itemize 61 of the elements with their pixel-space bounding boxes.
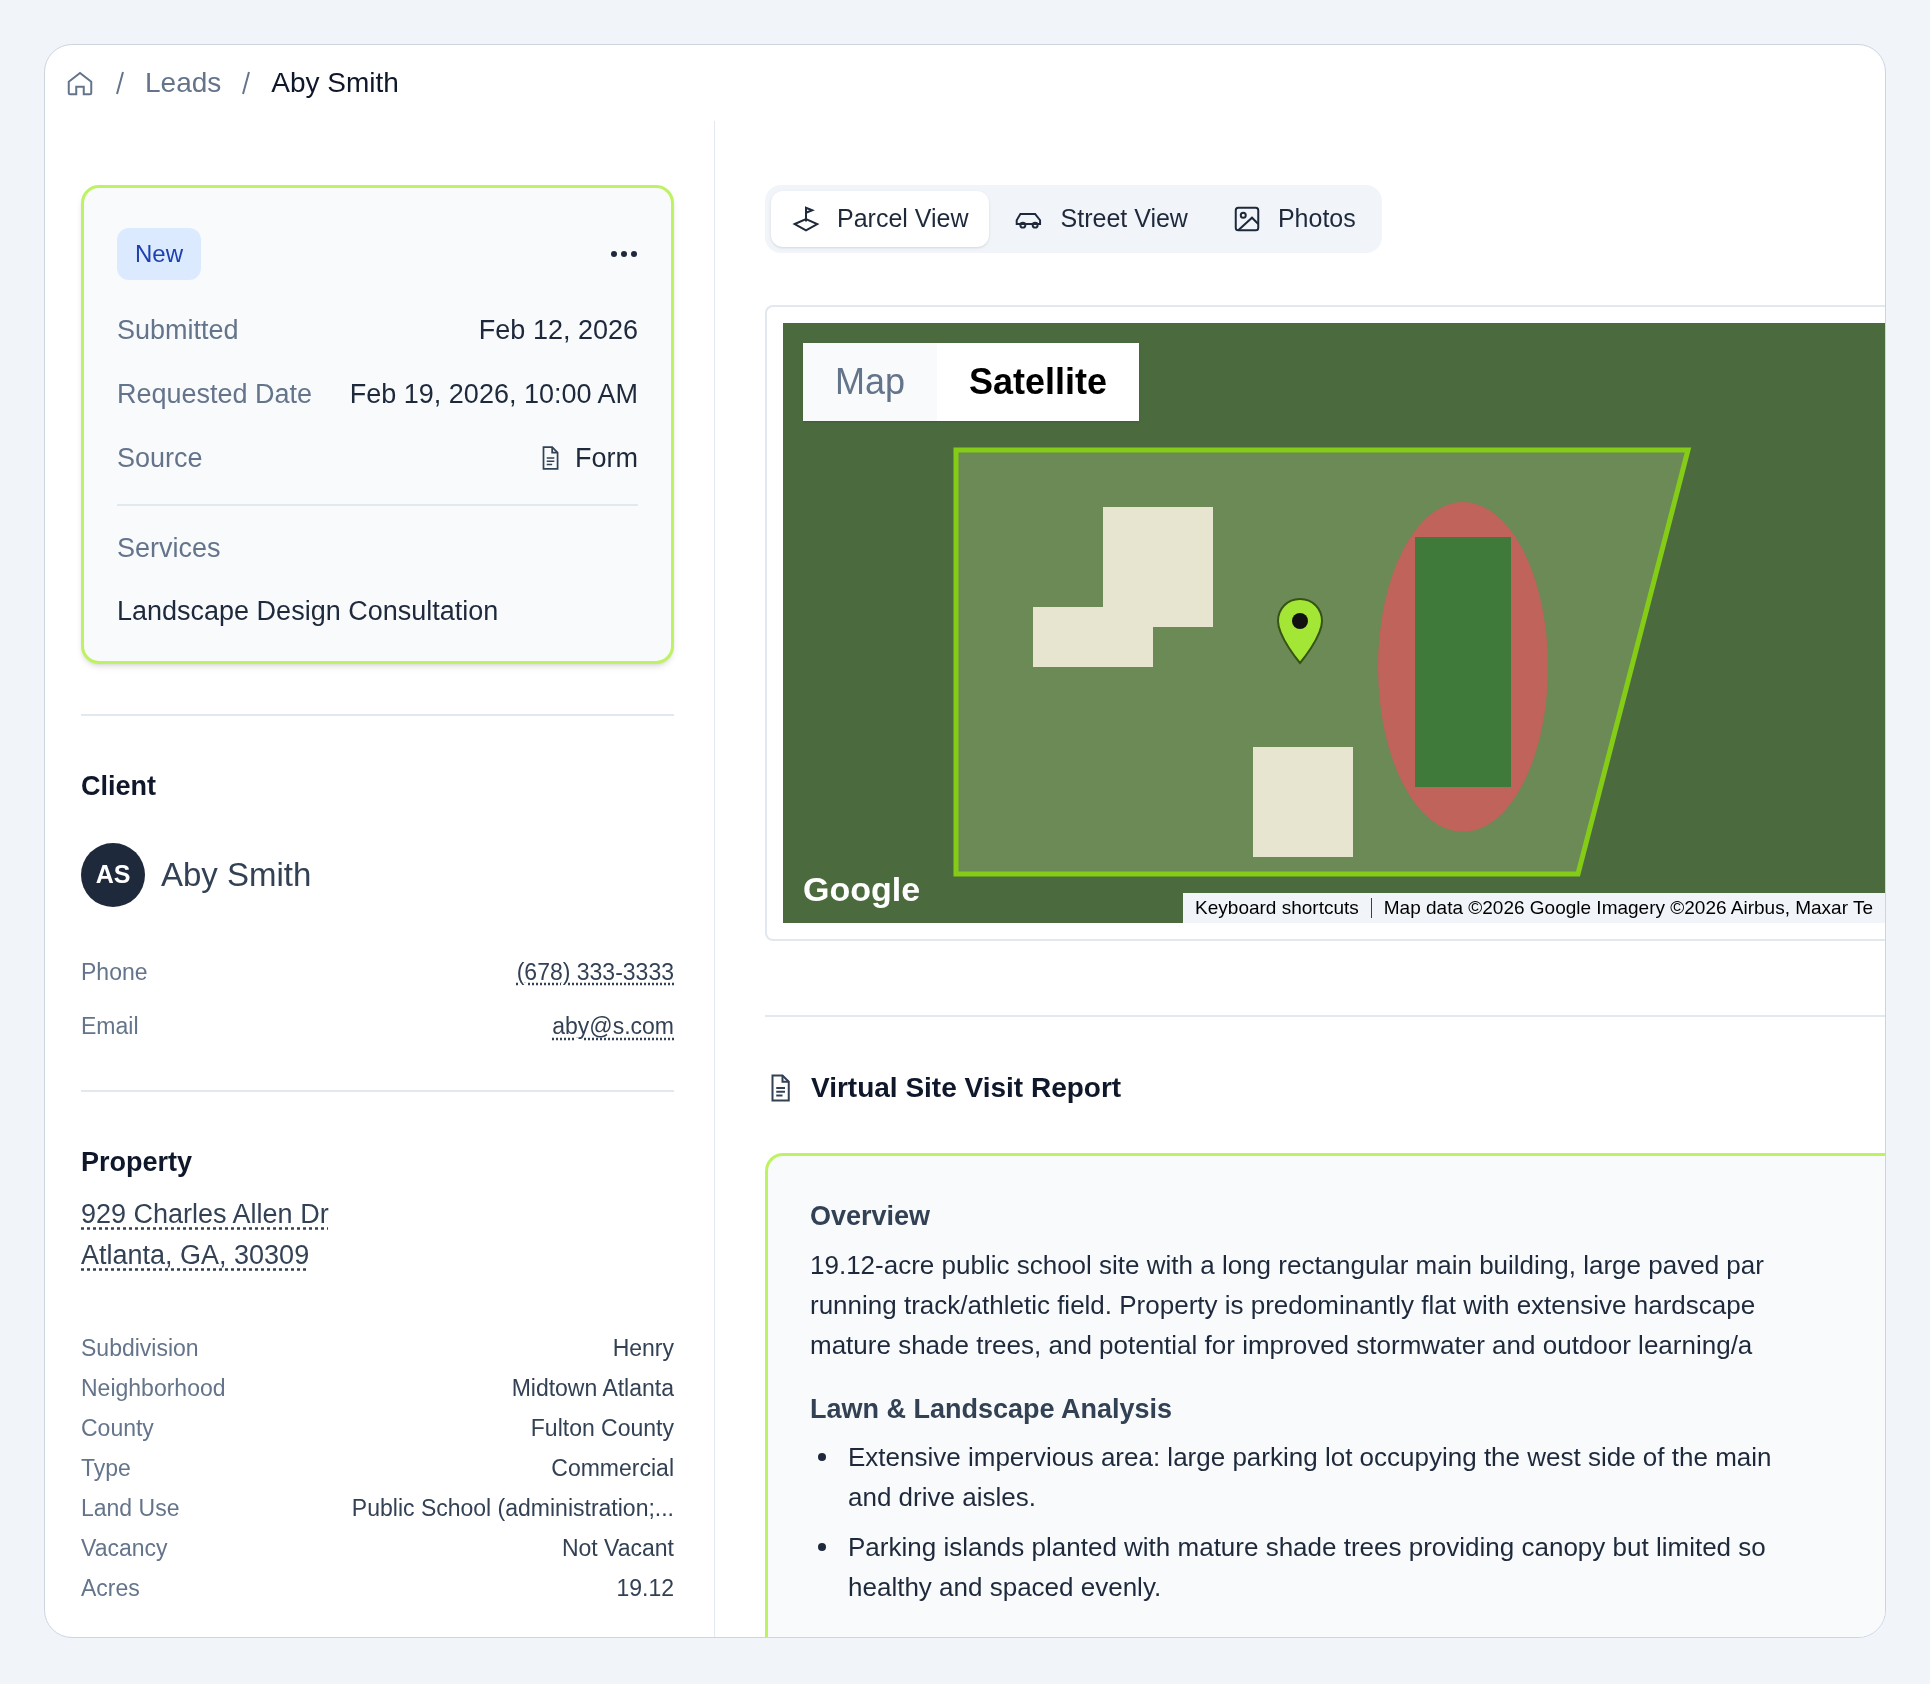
field-value: Form bbox=[575, 441, 638, 475]
breadcrumb-item: Aby Smith bbox=[271, 66, 399, 100]
map-type-button[interactable]: Map bbox=[803, 343, 938, 421]
contact-link[interactable]: (678) 333-3333 bbox=[516, 954, 674, 989]
map-logo: Google bbox=[803, 869, 921, 910]
field-label: Phone bbox=[81, 957, 148, 987]
field-label: Vacancy bbox=[81, 1533, 168, 1563]
address-link[interactable]: Atlanta, GA, 30309 bbox=[81, 1235, 310, 1276]
report-heading: Overview bbox=[810, 1200, 932, 1233]
slash-separator-icon bbox=[241, 70, 252, 96]
field-value: Henry bbox=[612, 1333, 674, 1363]
field-label: Acres bbox=[81, 1573, 140, 1603]
slash-separator-icon bbox=[115, 70, 125, 96]
field-label: Requested Date bbox=[117, 377, 313, 411]
report-heading: Lawn & Landscape Analysis bbox=[810, 1392, 1174, 1426]
client-name: Aby Smith bbox=[161, 854, 312, 895]
field-label: Land Use bbox=[81, 1493, 180, 1523]
field-value: 19.12 bbox=[616, 1573, 674, 1603]
breadcrumb-item[interactable]: Leads bbox=[145, 62, 222, 104]
attribution-link[interactable]: Keyboard shortcuts bbox=[1195, 893, 1359, 923]
view-tab[interactable]: Parcel View bbox=[771, 191, 989, 247]
field-label: Type bbox=[81, 1453, 131, 1483]
field-value: Fulton County bbox=[530, 1413, 674, 1443]
report-text-line: running track/athletic field. Property is predominantly flat with extensive hardscape bbox=[810, 1288, 1757, 1322]
view-tab[interactable]: Street View bbox=[992, 191, 1208, 247]
field-label: Source bbox=[117, 441, 203, 475]
field-label: Email bbox=[81, 1012, 139, 1041]
services-value: Landscape Design Consultation bbox=[117, 594, 500, 628]
address-link[interactable]: 929 Charles Allen Dr bbox=[81, 1194, 329, 1235]
bullet-icon bbox=[818, 1453, 826, 1461]
field-label: Neighborhood bbox=[81, 1373, 226, 1403]
report-text-line: and drive aisles. bbox=[848, 1481, 1037, 1514]
report-text-line: Extensive impervious area: large parking lot occupying the west side of the main bbox=[848, 1441, 1772, 1474]
map-type-button[interactable]: Satellite bbox=[937, 343, 1140, 421]
more-icon[interactable] bbox=[610, 250, 638, 258]
field-value: Feb 12, 2026 bbox=[478, 313, 638, 347]
field-value: Midtown Atlanta bbox=[511, 1373, 674, 1403]
view-tab[interactable]: Photos bbox=[1211, 191, 1376, 247]
report-text-line: mature shade trees, and potential for improved stormwater and outdoor learning/a bbox=[810, 1328, 1754, 1362]
report-text-line: 19.12-acre public school site with a long rectangular main building, large paved par bbox=[810, 1248, 1765, 1282]
bullet-icon bbox=[818, 1543, 826, 1551]
section-heading: Property bbox=[81, 1145, 194, 1179]
attribution-link[interactable]: Map data ©2026 Google Imagery ©2026 Airbus, Maxar Te bbox=[1383, 893, 1873, 923]
satellite-map[interactable]: Map Satellite Google Keyboard shortcuts Map data ©2026 Google Imagery ©2026 Airbus, Maxar Te bbox=[783, 323, 1885, 923]
report-text-line: Parking islands planted with mature shade trees providing canopy but limited so bbox=[848, 1531, 1766, 1564]
field-label: County bbox=[81, 1413, 154, 1443]
section-heading: Client bbox=[81, 770, 157, 803]
field-value: Commercial bbox=[551, 1453, 674, 1483]
field-value: Feb 19, 2026, 10:00 AM bbox=[349, 377, 638, 411]
contact-link[interactable]: aby@s.com bbox=[552, 1009, 674, 1044]
services-label: Services bbox=[117, 532, 222, 565]
field-value: Public School (administration;... bbox=[351, 1493, 674, 1523]
field-value: Not Vacant bbox=[561, 1533, 674, 1563]
map-flag-icon bbox=[791, 204, 821, 234]
avatar: AS bbox=[81, 842, 145, 907]
field-label: Submitted bbox=[117, 313, 239, 347]
report-text-line: healthy and spaced evenly. bbox=[848, 1571, 1163, 1604]
location-pin-icon bbox=[1275, 597, 1325, 665]
field-label: Subdivision bbox=[81, 1333, 199, 1363]
status-badge: New bbox=[117, 228, 201, 280]
report-title: Virtual Site Visit Report bbox=[811, 1071, 1122, 1105]
